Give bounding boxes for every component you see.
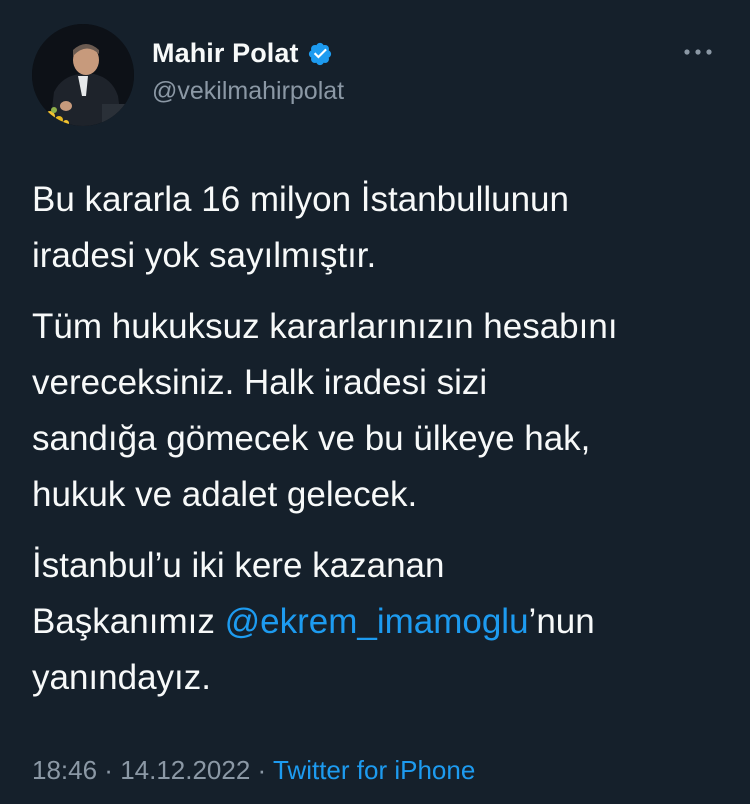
tweet-date[interactable]: 14.12.2022 bbox=[120, 755, 250, 785]
meta-separator: · bbox=[250, 755, 273, 785]
tweet-line: Bu kararla 16 milyon İstanbullunun bbox=[32, 180, 569, 219]
tweet-line: Tüm hukuksuz kararlarınızın hesabını bbox=[32, 307, 618, 346]
meta-separator: · bbox=[97, 755, 121, 785]
tweet-line: iradesi yok sayılmıştır. bbox=[32, 236, 377, 275]
more-options-icon[interactable] bbox=[678, 42, 718, 62]
tweet-paragraph: Bu kararla 16 milyon İstanbullunun irade… bbox=[32, 172, 732, 284]
tweet-time[interactable]: 18:46 bbox=[32, 755, 97, 785]
mention-link[interactable]: @ekrem_imamoglu bbox=[225, 602, 529, 641]
tweet-text-fragment: ’nun bbox=[528, 602, 595, 641]
author-names: Mahir Polat @vekilmahirpolat bbox=[152, 38, 344, 106]
verified-badge-icon bbox=[307, 41, 333, 67]
tweet-line: vereceksiniz. Halk iradesi sizi bbox=[32, 363, 488, 402]
tweet-line: İstanbul’u iki kere kazanan bbox=[32, 546, 445, 585]
tweet-meta: 18:46 · 14.12.2022 · Twitter for iPhone bbox=[32, 755, 475, 786]
source-link[interactable]: Twitter for iPhone bbox=[273, 755, 475, 785]
avatar[interactable] bbox=[32, 24, 134, 126]
tweet-header: Mahir Polat @vekilmahirpolat bbox=[32, 24, 718, 128]
profile-photo bbox=[32, 24, 134, 126]
tweet-paragraph: Tüm hukuksuz kararlarınızın hesabını ver… bbox=[32, 299, 732, 523]
tweet-text: Bu kararla 16 milyon İstanbullunun irade… bbox=[32, 172, 732, 721]
display-name[interactable]: Mahir Polat bbox=[152, 38, 299, 69]
tweet-line: hukuk ve adalet gelecek. bbox=[32, 475, 418, 514]
tweet-line: yanındayız. bbox=[32, 658, 211, 697]
handle[interactable]: @vekilmahirpolat bbox=[152, 77, 344, 106]
tweet-paragraph: İstanbul’u iki kere kazanan Başkanımız @… bbox=[32, 538, 732, 706]
name-row: Mahir Polat bbox=[152, 38, 344, 69]
tweet-text-fragment: Başkanımız bbox=[32, 602, 225, 641]
tweet-line: sandığa gömecek ve bu ülkeye hak, bbox=[32, 419, 591, 458]
tweet-line-with-mention: Başkanımız @ekrem_imamoglu’nun bbox=[32, 594, 732, 650]
